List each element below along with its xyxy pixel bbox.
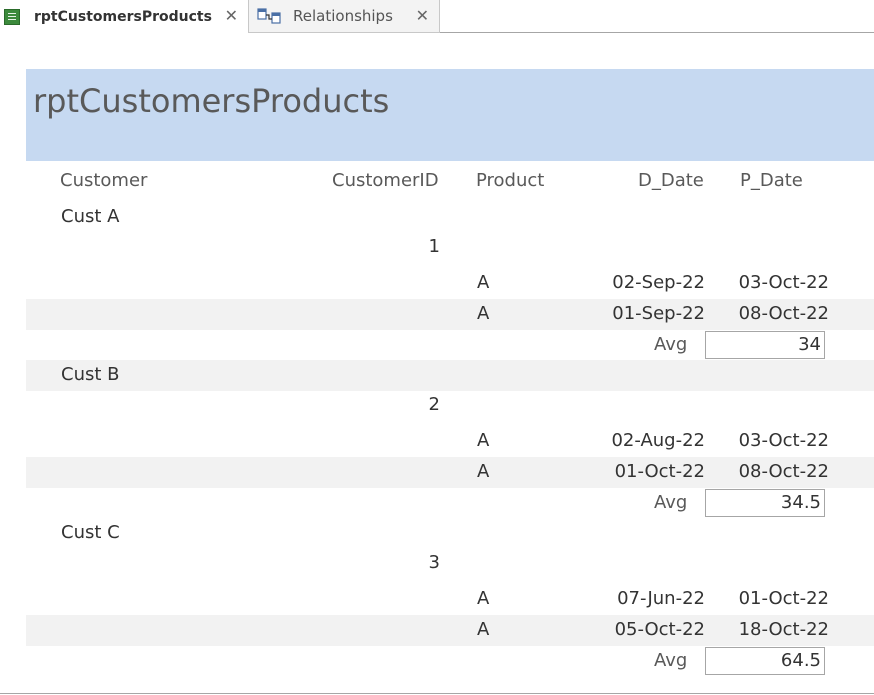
tab-bar-divider [440,32,874,33]
customer-id-row: 3 [26,549,874,580]
customer-id: 1 [428,236,440,257]
close-icon[interactable]: ✕ [416,7,429,25]
report-icon [4,8,20,25]
tab-relationships[interactable]: Relationships ✕ [249,0,440,33]
group-header-row: Cust A [26,202,874,233]
group-header-row: Cust B [26,360,874,391]
report-bottom-border [0,693,874,694]
d-date-value: 01-Sep-22 [612,303,705,324]
d-date-value: 02-Sep-22 [612,272,705,293]
column-header-p-date: P_Date [740,170,803,191]
avg-label: Avg [654,650,688,671]
d-date-value: 01-Oct-22 [614,461,705,482]
column-header-d-date: D_Date [638,170,704,191]
p-date-value: 08-Oct-22 [738,461,829,482]
avg-value: 34 [705,331,825,359]
p-date-value: 03-Oct-22 [738,272,829,293]
customer-id-row: 2 [26,391,874,422]
product-value: A [477,588,490,609]
column-header-customer: Customer [60,170,148,191]
customer-id-row: 1 [26,233,874,264]
d-date-value: 05-Oct-22 [614,619,705,640]
customer-name: Cust B [61,364,120,385]
detail-row: A 02-Aug-22 03-Oct-22 [26,426,874,457]
group-footer-row: Avg 34.5 [26,488,874,519]
avg-label: Avg [654,334,688,355]
p-date-value: 08-Oct-22 [738,303,829,324]
detail-row: A 07-Jun-22 01-Oct-22 [26,584,874,615]
group-footer-row: Avg 34 [26,330,874,361]
report-header: rptCustomersProducts [26,69,874,161]
tab-label: rptCustomersProducts [34,8,212,25]
customer-name: Cust A [61,206,120,227]
relationships-icon [257,8,281,24]
tab-rpt-customers-products[interactable]: rptCustomersProducts ✕ [0,0,249,33]
customer-id: 3 [428,552,440,573]
product-value: A [477,461,490,482]
detail-row: A 01-Oct-22 08-Oct-22 [26,457,874,488]
product-value: A [477,619,490,640]
group-header-row: Cust C [26,518,874,549]
customer-id: 2 [428,394,440,415]
product-value: A [477,430,490,451]
detail-row: A 01-Sep-22 08-Oct-22 [26,299,874,330]
avg-value: 34.5 [705,489,825,517]
d-date-value: 02-Aug-22 [611,430,705,451]
avg-value: 64.5 [705,647,825,675]
column-header-customer-id: CustomerID [332,170,439,191]
customer-name: Cust C [61,522,120,543]
p-date-value: 18-Oct-22 [738,619,829,640]
p-date-value: 01-Oct-22 [738,588,829,609]
avg-label: Avg [654,492,688,513]
product-value: A [477,303,490,324]
group-footer-row: Avg 64.5 [26,646,874,677]
detail-row: A 05-Oct-22 18-Oct-22 [26,615,874,646]
close-icon[interactable]: ✕ [225,7,238,25]
tab-label: Relationships [293,7,393,25]
column-header-product: Product [476,170,545,191]
document-tab-bar: rptCustomersProducts ✕ Relationships ✕ [0,0,874,34]
p-date-value: 03-Oct-22 [738,430,829,451]
product-value: A [477,272,490,293]
d-date-value: 07-Jun-22 [617,588,705,609]
report-title: rptCustomersProducts [33,82,390,120]
detail-row: A 02-Sep-22 03-Oct-22 [26,268,874,299]
